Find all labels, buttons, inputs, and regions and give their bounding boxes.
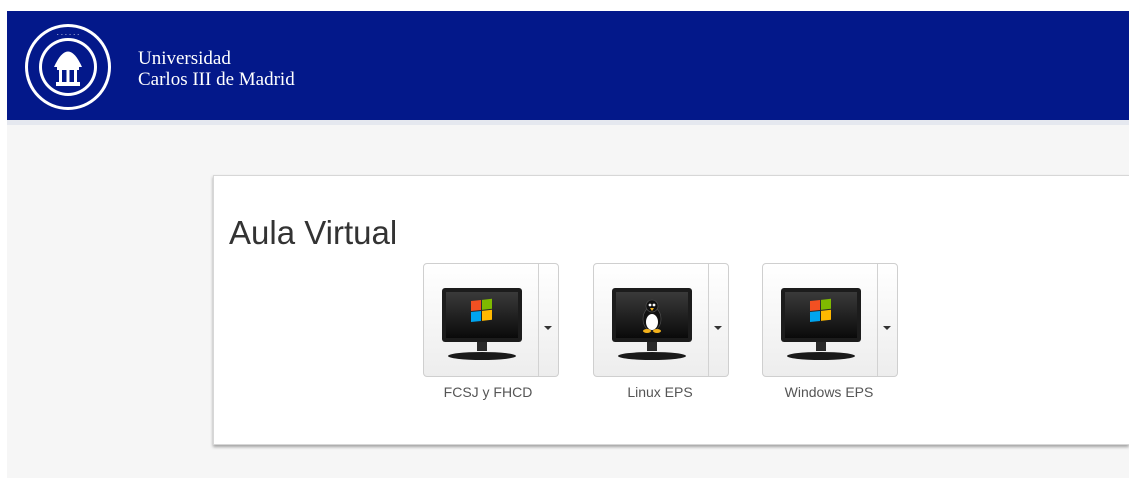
svg-text:· · · · · ·: · · · · · ·	[57, 31, 80, 39]
windows-monitor-icon	[442, 288, 522, 360]
launch-desktop-button[interactable]	[424, 264, 539, 376]
desktop-options-dropdown[interactable]	[708, 264, 728, 376]
desktop-options-dropdown[interactable]	[538, 264, 558, 376]
desktop-item: FCSJ y FHCD	[423, 263, 561, 400]
launch-desktop-button[interactable]	[763, 264, 878, 376]
desktop-item: Linux EPS	[593, 263, 731, 400]
linux-monitor-icon	[612, 288, 692, 360]
university-seal-icon[interactable]: · · · · · ·	[23, 22, 113, 112]
launch-desktop-button[interactable]	[594, 264, 709, 376]
desktop-label[interactable]: Windows EPS	[760, 384, 898, 400]
brand-line-2: Carlos III de Madrid	[138, 69, 295, 90]
page-title: Aula Virtual	[229, 214, 398, 251]
windows-monitor-icon	[781, 288, 861, 360]
university-name[interactable]: Universidad Carlos III de Madrid	[138, 48, 295, 90]
desktop-label[interactable]: Linux EPS	[591, 384, 729, 400]
desktop-tile	[593, 263, 729, 377]
virtual-desktop-panel: Aula Virtual FCSJ y FHCD Linux EPS Windo…	[213, 175, 1129, 445]
desktop-tile	[762, 263, 898, 377]
brand-line-1: Universidad	[138, 48, 231, 69]
desktop-label[interactable]: FCSJ y FHCD	[419, 384, 557, 400]
desktop-tile	[423, 263, 559, 377]
site-header: · · · · · · Universidad Carlos III de Ma…	[7, 11, 1129, 120]
desktop-options-dropdown[interactable]	[877, 264, 897, 376]
desktop-item: Windows EPS	[762, 263, 900, 400]
